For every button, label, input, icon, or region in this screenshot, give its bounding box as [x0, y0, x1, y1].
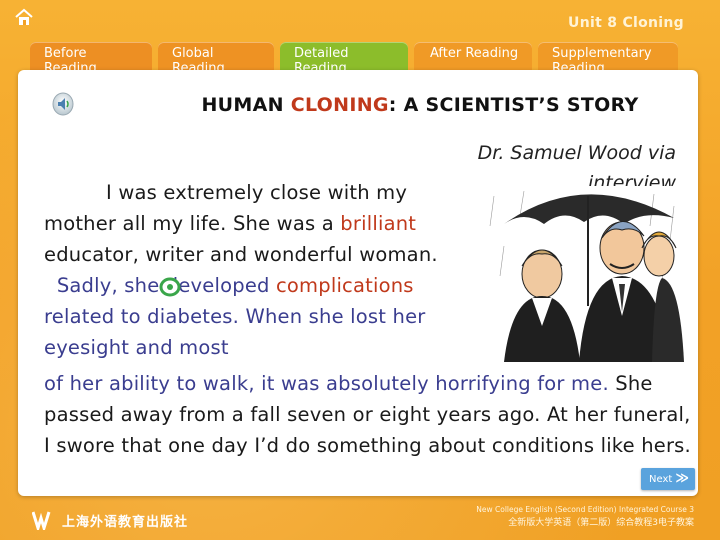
funeral-illustration	[484, 186, 684, 362]
next-button[interactable]: Next ≫	[641, 468, 695, 490]
speaker-icon[interactable]	[52, 92, 74, 116]
course-chinese: 全新版大学英语（第二版）综合教程3电子教案	[508, 518, 694, 528]
home-icon[interactable]	[14, 8, 34, 26]
note-icon[interactable]	[158, 276, 182, 298]
body-paragraph: I was extremely close with my mother all…	[44, 181, 438, 359]
course-info: New College English (Second Edition) Int…	[476, 504, 694, 529]
publisher-logo-icon	[32, 511, 51, 530]
unit-title: Unit 8 Cloning	[568, 15, 684, 31]
page-title: HUMAN CLONING: A SCIENTIST’S STORY	[201, 94, 639, 116]
course-english: New College English (Second Edition) Int…	[476, 505, 694, 514]
next-label: Next	[649, 473, 673, 485]
double-arrow-icon: ≫	[675, 471, 689, 486]
publisher-name: 上海外语教育出版社	[62, 515, 189, 530]
body-paragraph-continued: of her ability to walk, it was absolutel…	[44, 372, 691, 457]
